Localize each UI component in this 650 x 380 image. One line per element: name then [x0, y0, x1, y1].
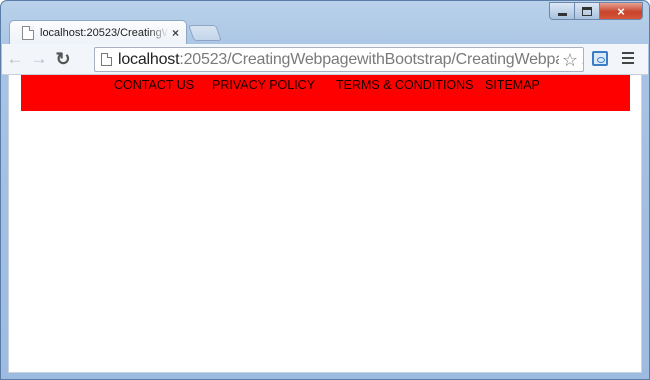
tab-title: localhost:20523/CreatingW: [40, 26, 168, 39]
maximize-button[interactable]: [575, 2, 600, 20]
sitemap-link[interactable]: SITEMAP: [485, 78, 540, 92]
minimize-button[interactable]: [549, 2, 575, 20]
new-tab-button[interactable]: [188, 25, 222, 41]
bookmark-star-icon[interactable]: ☆: [559, 49, 581, 71]
browser-window: localhost:20523/CreatingW × × ← → ↻ loca…: [0, 0, 650, 380]
arrow-left-icon: ←: [6, 49, 24, 68]
close-icon: ×: [617, 3, 625, 19]
contact-us-link[interactable]: CONTACT US: [114, 78, 194, 92]
close-window-button[interactable]: ×: [600, 2, 643, 20]
forward-button[interactable]: →: [28, 48, 50, 70]
maximize-icon: [582, 6, 592, 16]
address-url[interactable]: localhost:20523/CreatingWebpagewithBoots…: [118, 50, 584, 69]
reload-button[interactable]: ↻: [52, 48, 74, 70]
hamburger-menu-icon[interactable]: [622, 52, 634, 64]
back-button[interactable]: ←: [4, 48, 26, 70]
minimize-icon: [557, 12, 567, 16]
address-bar[interactable]: localhost:20523/CreatingWebpagewithBoots…: [94, 47, 584, 72]
tab-close-icon[interactable]: ×: [172, 26, 179, 40]
page-viewport: CONTACT US PRIVACY POLICY TERMS & CONDIT…: [8, 75, 642, 373]
page-icon: [101, 53, 112, 66]
cast-icon[interactable]: [592, 51, 608, 66]
page-favicon-icon: [22, 25, 34, 40]
window-controls: ×: [549, 2, 643, 20]
privacy-policy-link[interactable]: PRIVACY POLICY: [212, 78, 315, 92]
url-host: localhost: [118, 50, 180, 68]
arrow-right-icon: →: [30, 49, 48, 68]
terms-conditions-link[interactable]: TERMS & CONDITIONS: [336, 78, 474, 92]
footer-nav-bar: CONTACT US PRIVACY POLICY TERMS & CONDIT…: [21, 75, 630, 111]
url-path: :20523/CreatingWebpagewithBootstrap/Crea…: [179, 50, 584, 68]
browser-toolbar: ← → ↻ localhost:20523/CreatingWebpagewit…: [2, 44, 648, 75]
browser-tab[interactable]: localhost:20523/CreatingW ×: [9, 20, 187, 44]
reload-icon: ↻: [55, 48, 71, 69]
